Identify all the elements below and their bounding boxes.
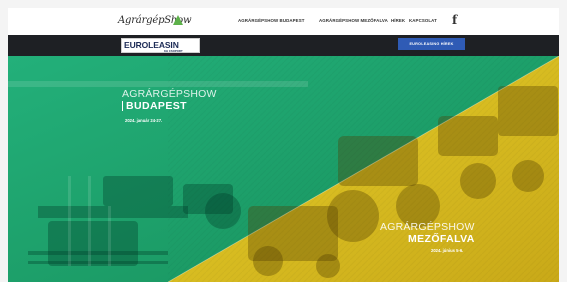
- euroleasing-logo-subtext: KH CSOPORT: [164, 49, 183, 53]
- budapest-title-text: BUDAPEST: [126, 100, 187, 112]
- budapest-title-line2[interactable]: BUDAPEST: [122, 100, 187, 112]
- mezofalva-title-line1[interactable]: AGRÁRGÉPSHOW: [380, 221, 475, 233]
- facebook-icon[interactable]: f: [452, 13, 457, 27]
- nav-link-news[interactable]: HÍREK: [391, 18, 405, 23]
- budapest-date: 2024. január 24-27.: [125, 118, 163, 123]
- hero-banner: AGRÁRGÉPSHOW BUDAPEST 2024. január 24-27…: [8, 56, 559, 282]
- budapest-title-line1[interactable]: AGRÁRGÉPSHOW: [122, 88, 217, 100]
- mezofalva-date: 2024. június 5-6.: [431, 248, 464, 253]
- nav-link-mezofalva[interactable]: AGRÁRGÉPSHOW MEZŐFALVA: [319, 18, 388, 23]
- mezofalva-title-line2[interactable]: MEZŐFALVA: [408, 233, 475, 245]
- sponsor-bar: EUROLEASIN KH CSOPORT: [8, 35, 559, 56]
- top-navigation: AgrárgépShow AGRÁRGÉPSHOW BUDAPEST AGRÁR…: [8, 8, 559, 35]
- page-frame: AgrárgépShow AGRÁRGÉPSHOW BUDAPEST AGRÁR…: [8, 8, 559, 282]
- euroleasing-news-button[interactable]: EUROLEASING HÍREK: [398, 38, 465, 50]
- euroleasing-logo[interactable]: EUROLEASIN KH CSOPORT: [121, 38, 200, 53]
- nav-link-budapest[interactable]: AGRÁRGÉPSHOW BUDAPEST: [238, 18, 305, 23]
- logo-triangle-icon: [173, 15, 183, 25]
- hero-background: [8, 56, 559, 282]
- nav-link-contact[interactable]: KAPCSOLAT: [409, 18, 437, 23]
